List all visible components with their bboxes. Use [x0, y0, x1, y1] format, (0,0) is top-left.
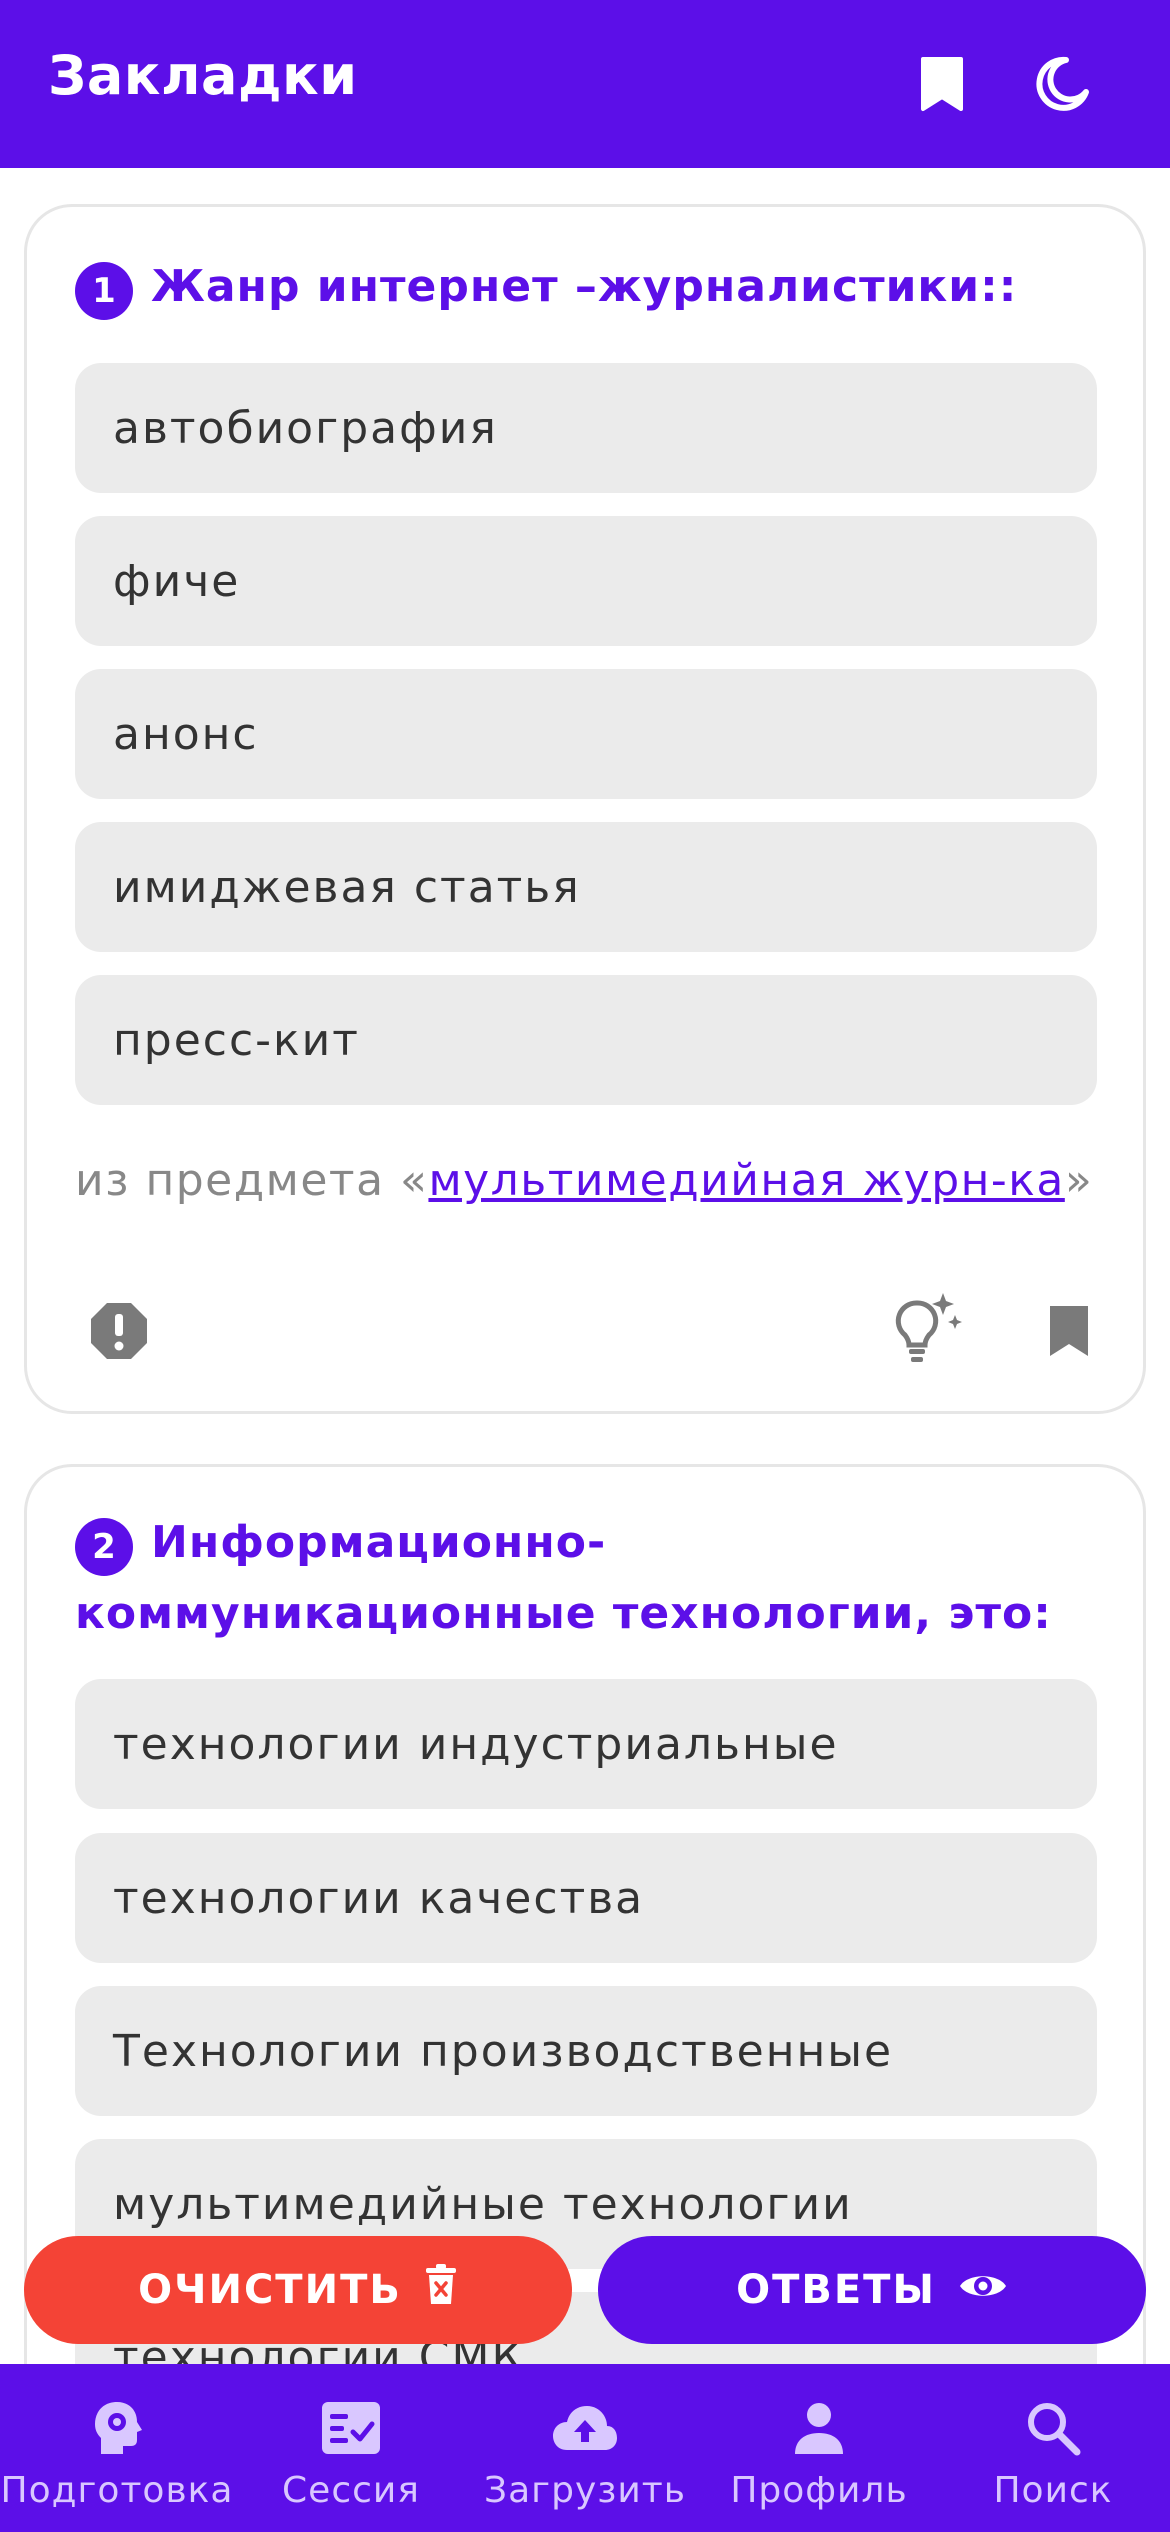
- answer-option[interactable]: фиче: [75, 516, 1097, 646]
- bookmark-icon[interactable]: [1029, 1291, 1109, 1371]
- question-text: Жанр интернет –журналистики::: [151, 261, 1018, 312]
- answer-option[interactable]: технологии индустриальные: [75, 1679, 1097, 1809]
- answer-option[interactable]: Технологии производственные: [75, 1986, 1097, 2116]
- hint-icon[interactable]: [885, 1289, 965, 1369]
- clear-button[interactable]: ОЧИСТИТЬ: [24, 2236, 572, 2344]
- answers-label: ОТВЕТЫ: [736, 2267, 936, 2313]
- nav-label: Профиль: [730, 2470, 908, 2511]
- answer-option[interactable]: имиджевая статья: [75, 822, 1097, 952]
- nav-label: Подготовка: [0, 2470, 234, 2511]
- clear-label: ОЧИСТИТЬ: [138, 2267, 402, 2313]
- nav-label: Сессия: [282, 2470, 420, 2511]
- moon-icon[interactable]: [1024, 46, 1100, 122]
- question-text-line-2: коммуникационные технологии, это:: [75, 1587, 1052, 1639]
- eye-icon: [958, 2267, 1008, 2313]
- bookmarks-list[interactable]: 1 Жанр интернет –журналистики:: автобиогр…: [0, 168, 1170, 2364]
- subject-link[interactable]: мультимедийная журн-ка: [428, 1155, 1064, 1206]
- nav-label: Поиск: [993, 2470, 1113, 2511]
- search-icon: [1019, 2394, 1087, 2462]
- question-header: 1 Жанр интернет –журналистики::: [75, 255, 1017, 326]
- checklist-icon: [317, 2394, 385, 2462]
- brain-gear-icon: [83, 2394, 151, 2462]
- answer-option[interactable]: анонс: [75, 669, 1097, 799]
- nav-item-session[interactable]: Сессия: [234, 2364, 468, 2532]
- subject-prefix: из предмета «: [75, 1155, 429, 1206]
- answer-option[interactable]: автобиография: [75, 363, 1097, 493]
- question-card: 1 Жанр интернет –журналистики:: автобиогр…: [24, 204, 1146, 1414]
- question-number: 1: [75, 261, 133, 320]
- bookmark-icon[interactable]: [904, 46, 980, 122]
- top-app-bar: Закладки: [0, 0, 1170, 168]
- nav-item-upload[interactable]: Загрузить: [468, 2364, 702, 2532]
- cloud-upload-icon: [551, 2394, 619, 2462]
- nav-item-search[interactable]: Поиск: [936, 2364, 1170, 2532]
- nav-item-preparation[interactable]: Подготовка: [0, 2364, 234, 2532]
- app-root: Закладки 1 Жанр интернет –журналистики:: …: [0, 0, 1170, 2532]
- trash-icon: [424, 2264, 458, 2316]
- nav-label: Загрузить: [484, 2470, 686, 2511]
- question-header: 2 Информационно- коммуникационные техноло…: [75, 1511, 1052, 1646]
- report-icon[interactable]: [79, 1291, 159, 1371]
- subject-line: из предмета «мультимедийная журн-ка»: [75, 1155, 1093, 1206]
- answer-option[interactable]: технологии качества: [75, 1833, 1097, 1963]
- nav-item-profile[interactable]: Профиль: [702, 2364, 936, 2532]
- person-icon: [785, 2394, 853, 2462]
- bottom-navigation: Подготовка Сессия Загрузить Профиль Поис…: [0, 2364, 1170, 2532]
- question-text-line-1: Информационно-: [151, 1517, 607, 1568]
- answers-button[interactable]: ОТВЕТЫ: [598, 2236, 1146, 2344]
- question-card: 2 Информационно- коммуникационные техноло…: [24, 1464, 1146, 2364]
- page-title: Закладки: [48, 44, 358, 107]
- answer-option[interactable]: пресс-кит: [75, 975, 1097, 1105]
- subject-suffix: »: [1064, 1155, 1094, 1206]
- question-number: 2: [75, 1517, 133, 1576]
